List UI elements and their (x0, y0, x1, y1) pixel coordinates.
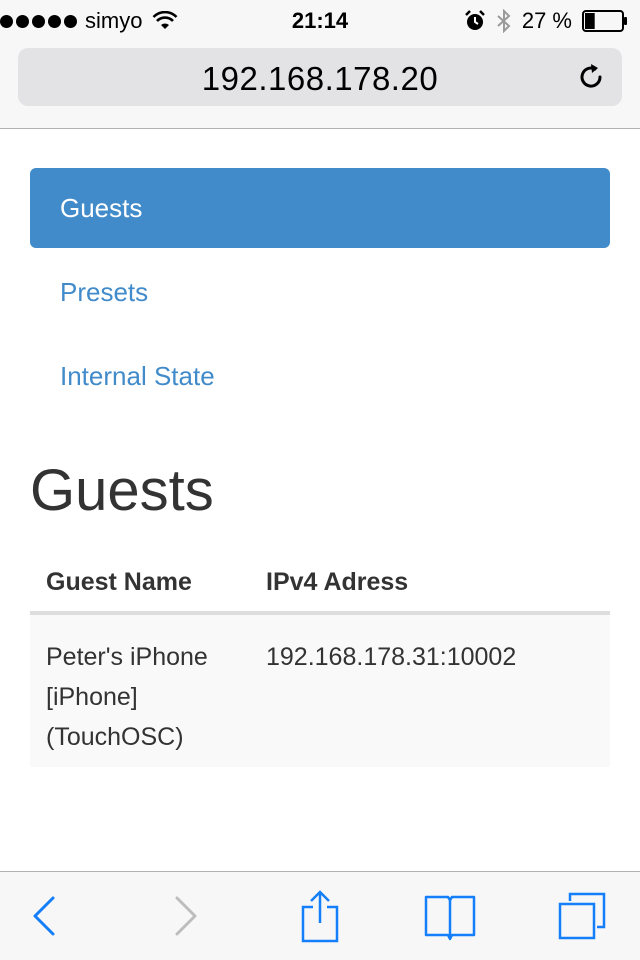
nav-item-presets[interactable]: Presets (30, 252, 610, 332)
page-title: Guests (30, 458, 214, 523)
guest-name-line: [iPhone] (46, 683, 138, 711)
nav-item-internal-state[interactable]: Internal State (30, 336, 610, 416)
back-icon (33, 896, 55, 936)
screen: simyo 21:14 27 % 192.168.178.20 Guests P… (0, 0, 640, 960)
tabs-button[interactable] (554, 890, 610, 942)
status-bar: simyo 21:14 27 % (0, 0, 640, 42)
column-header-guest-name: Guest Name (46, 567, 192, 596)
forward-icon (175, 896, 197, 936)
nav-item-label: Presets (60, 277, 149, 307)
battery-percent: 27 % (521, 8, 572, 33)
bookmarks-icon (424, 895, 476, 941)
guest-name-cell: Peter's iPhone [iPhone] (TouchOSC) (30, 637, 250, 767)
guest-name-line: (TouchOSC) (46, 723, 184, 751)
battery-icon (582, 10, 627, 32)
table-row: Peter's iPhone [iPhone] (TouchOSC) 192.1… (30, 615, 610, 767)
browser-chrome: simyo 21:14 27 % 192.168.178.20 (0, 0, 640, 129)
bluetooth-icon (497, 9, 511, 33)
reload-icon[interactable] (576, 62, 606, 92)
url-text[interactable]: 192.168.178.20 (18, 60, 622, 98)
tabs-icon (558, 892, 606, 940)
status-right: 27 % (464, 8, 628, 34)
alarm-icon (464, 10, 485, 30)
bottom-toolbar (0, 871, 640, 960)
guests-table: Guest Name IPv4 Adress Peter's iPhone [i… (30, 553, 610, 767)
nav-item-label: Internal State (60, 361, 215, 391)
column-header-ipv4: IPv4 Adress (266, 567, 409, 596)
ipv4-cell: 192.168.178.31:10002 (266, 643, 517, 671)
table-header: Guest Name IPv4 Adress (30, 553, 610, 615)
nav-item-guests[interactable]: Guests (30, 168, 610, 248)
bookmarks-button[interactable] (422, 890, 478, 942)
forward-button[interactable] (158, 890, 214, 942)
share-button[interactable] (292, 890, 348, 943)
share-icon (301, 890, 339, 943)
nav-item-label: Guests (60, 193, 143, 223)
address-bar[interactable]: 192.168.178.20 (18, 48, 622, 106)
guest-name-line: Peter's iPhone (46, 643, 208, 671)
back-button[interactable] (16, 890, 72, 942)
